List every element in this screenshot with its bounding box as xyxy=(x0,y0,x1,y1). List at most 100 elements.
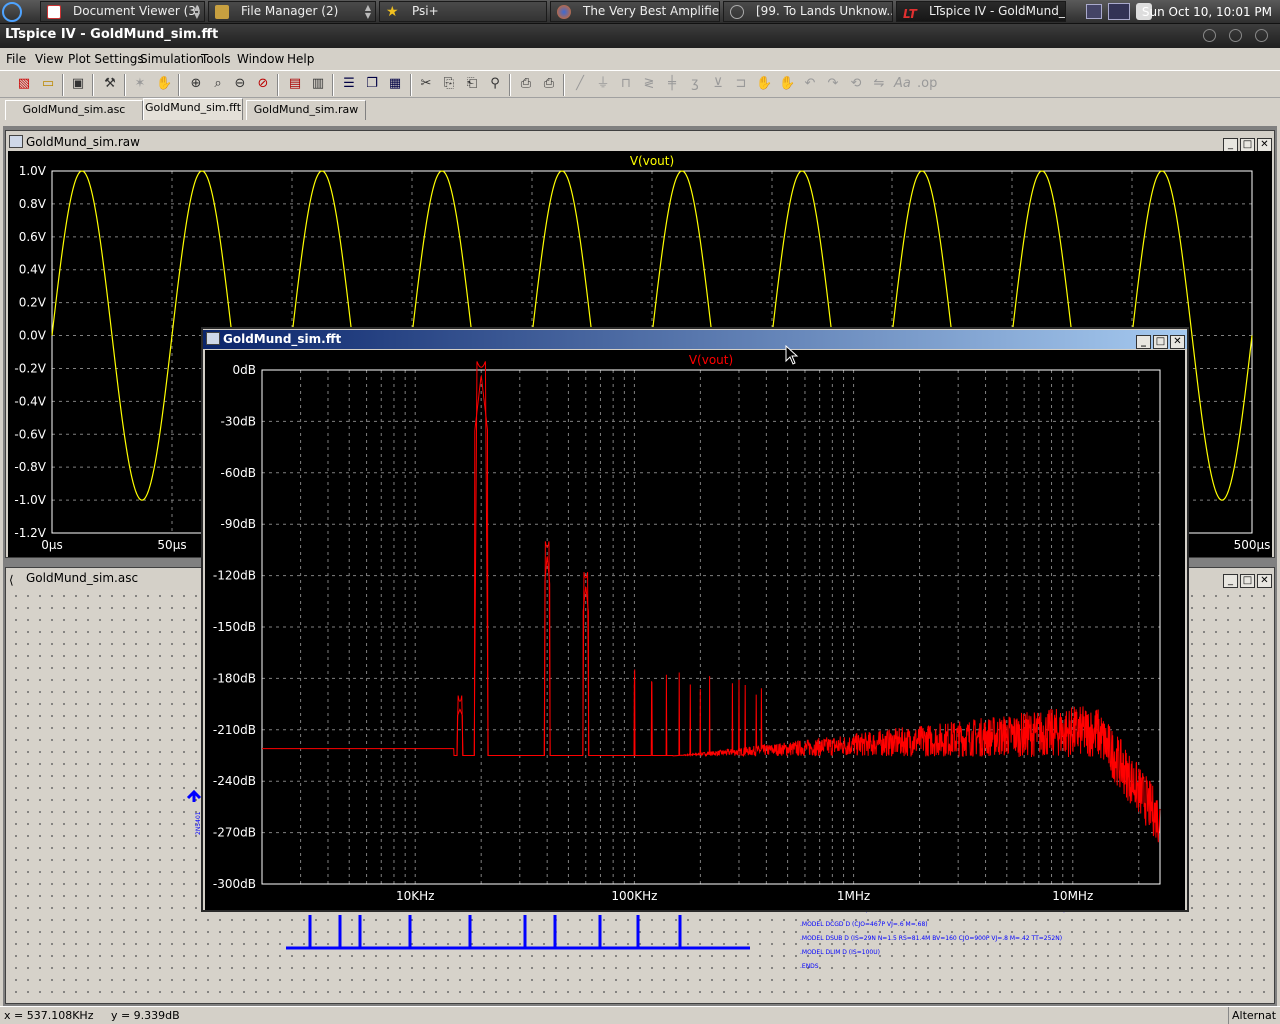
y-tick-label: -0.6V xyxy=(14,427,46,441)
open-icon[interactable]: ▭ xyxy=(40,76,56,92)
cut-icon[interactable]: ✂ xyxy=(418,76,434,92)
cursor-readout: x = 537.108KHz y = 9.339dB xyxy=(4,1009,180,1022)
y-tick-label: 0.8V xyxy=(19,197,47,211)
tile-horizontal-icon[interactable]: ☰ xyxy=(341,76,357,92)
move-icon[interactable]: ✋ xyxy=(756,76,772,92)
y-tick-label: -30dB xyxy=(221,414,256,428)
app-title: LTspice IV - GoldMund_sim.fft xyxy=(5,27,219,42)
close-app-button[interactable] xyxy=(1255,29,1268,42)
paste-icon[interactable]: ⎗ xyxy=(464,76,480,92)
spice-directive-icon[interactable]: .op xyxy=(917,76,937,92)
zoom-area-icon[interactable]: ⌕ xyxy=(210,76,226,92)
ltspice-icon: LT xyxy=(903,7,917,21)
label-net-icon[interactable]: ⊓ xyxy=(618,76,634,92)
x-tick-label: 100KHz xyxy=(611,889,657,903)
rotate-icon[interactable]: ⟲ xyxy=(848,76,864,92)
y-tick-label: 0.2V xyxy=(19,296,47,310)
svg-text:.MODEL DCGD D (CJO=467P VJ=.6: .MODEL DCGD D (CJO=467P VJ=.6 M=.68) xyxy=(800,921,928,928)
mouse-cursor-icon xyxy=(785,345,799,365)
menu-view[interactable]: View xyxy=(35,52,63,66)
tile-vertical-icon[interactable]: ▦ xyxy=(387,76,403,92)
fft-icon[interactable]: ▥ xyxy=(310,76,326,92)
app-titlebar: LTspice IV - GoldMund_sim.fft xyxy=(0,24,1280,48)
component-icon[interactable]: ⊐ xyxy=(733,76,749,92)
wire-icon[interactable]: ╱ xyxy=(572,76,588,92)
diode-icon[interactable]: ⊻ xyxy=(710,76,726,92)
y-tick-label: -150dB xyxy=(213,620,256,634)
zoom-fit-icon[interactable]: ⊘ xyxy=(255,76,271,92)
mirror-icon[interactable]: ⇋ xyxy=(871,76,887,92)
y-tick-label: -60dB xyxy=(221,466,256,480)
undo-icon[interactable]: ↶ xyxy=(802,76,818,92)
close-icon[interactable]: ✕ xyxy=(1257,574,1272,588)
new-schematic-icon[interactable]: ▧ xyxy=(16,76,32,92)
maximize-icon[interactable]: □ xyxy=(1153,335,1168,349)
menu-tools[interactable]: Tools xyxy=(201,52,231,66)
menu-help[interactable]: Help xyxy=(287,52,314,66)
zoom-in-icon[interactable]: ⊕ xyxy=(188,76,204,92)
print-setup-icon[interactable]: ⎙ xyxy=(518,76,534,92)
tab-raw[interactable]: GoldMund_sim.raw xyxy=(246,100,366,120)
clock[interactable]: Sun Oct 10, 10:01 PM xyxy=(1142,0,1272,24)
toolbar-separator xyxy=(563,74,565,96)
toolbar-separator xyxy=(410,74,412,96)
control-panel-icon[interactable]: ⚒ xyxy=(102,76,118,92)
system-menu-icon[interactable] xyxy=(2,2,22,22)
task-firefox[interactable]: The Very Best Amplifie... xyxy=(550,1,720,22)
toolbar-separator xyxy=(509,74,511,96)
copy-icon[interactable]: ⎘ xyxy=(441,76,457,92)
maximize-app-button[interactable] xyxy=(1229,29,1242,42)
save-icon[interactable]: ▣ xyxy=(70,76,86,92)
task-document-viewer[interactable]: Document Viewer (3) ▲ ▼ xyxy=(40,1,205,22)
show-desktop-icon[interactable] xyxy=(1086,4,1102,19)
y-tick-label: 0.0V xyxy=(19,329,47,343)
cascade-icon[interactable]: ❐ xyxy=(364,76,380,92)
menu-file[interactable]: File xyxy=(6,52,26,66)
tab-fft[interactable]: GoldMund_sim.fft xyxy=(143,98,243,120)
task-psi[interactable]: ★ Psi+ xyxy=(379,1,547,22)
inductor-icon[interactable]: ʒ xyxy=(687,76,703,92)
menu-plot-settings[interactable]: Plot Settings xyxy=(68,52,144,66)
run-icon[interactable]: ✶ xyxy=(132,76,148,92)
scroll-arrows-icon: ▲ ▼ xyxy=(364,3,372,20)
minimize-icon[interactable]: _ xyxy=(1223,574,1238,588)
find-icon[interactable]: ⚲ xyxy=(487,76,503,92)
drag-icon[interactable]: ✋ xyxy=(779,76,795,92)
fft-chart[interactable]: 0dB -30dB -60dB -90dB -120dB -150dB -180dB -210… xyxy=(205,350,1185,910)
fft-plot-area[interactable]: 0dB -30dB -60dB -90dB -120dB -150dB -180dB -210… xyxy=(205,350,1185,910)
capacitor-icon[interactable]: ╪ xyxy=(664,76,680,92)
menu-window[interactable]: Window xyxy=(237,52,284,66)
menu-simulation[interactable]: Simulation xyxy=(140,52,204,66)
print-icon[interactable]: ⎙ xyxy=(541,76,557,92)
ground-icon[interactable]: ⏚ xyxy=(595,76,611,92)
minimize-icon[interactable]: _ xyxy=(1136,335,1151,349)
maximize-icon[interactable]: □ xyxy=(1240,574,1255,588)
close-icon[interactable]: ✕ xyxy=(1170,335,1185,349)
y-tick-label: 0.4V xyxy=(19,263,47,277)
toolbar-separator xyxy=(92,74,94,96)
halt-icon[interactable]: ✋ xyxy=(156,76,172,92)
y-tick-label: -120dB xyxy=(213,569,256,583)
task-ltspice[interactable]: LT LTspice IV - GoldMund_... xyxy=(896,1,1066,22)
minimize-icon[interactable]: _ xyxy=(1223,138,1238,152)
zoom-out-icon[interactable]: ⊖ xyxy=(232,76,248,92)
close-icon[interactable]: ✕ xyxy=(1257,138,1272,152)
fft-window-titlebar[interactable]: GoldMund_sim.fft _ □ ✕ xyxy=(203,330,1187,349)
maximize-icon[interactable]: □ xyxy=(1240,138,1255,152)
toolbar-separator xyxy=(178,74,180,96)
tab-asc[interactable]: GoldMund_sim.asc xyxy=(5,100,143,120)
autorange-icon[interactable]: ▤ xyxy=(287,76,303,92)
text-icon[interactable]: Aa xyxy=(894,76,911,92)
y-tick-label: -0.8V xyxy=(14,460,46,474)
x-tick-label: 1MHz xyxy=(837,889,870,903)
resistor-icon[interactable]: ≷ xyxy=(641,76,657,92)
minimize-app-button[interactable] xyxy=(1203,29,1216,42)
y-tick-label: -0.2V xyxy=(14,361,46,375)
raw-window-titlebar[interactable]: GoldMund_sim.raw _ □ ✕ xyxy=(6,133,1274,152)
network-icon[interactable] xyxy=(1108,3,1130,20)
task-file-manager[interactable]: File Manager (2) ▲ ▼ xyxy=(208,1,376,22)
firefox-icon xyxy=(557,5,571,19)
toolbar: ▧ ▭ ▣ ⚒ ✶ ✋ ⊕ ⌕ ⊖ ⊘ ▤ ▥ ☰ ❐ ▦ ✂ ⎘ ⎗ ⚲ ⎙ … xyxy=(0,70,1280,98)
redo-icon[interactable]: ↷ xyxy=(825,76,841,92)
task-music-player[interactable]: [99. To Lands Unknow... xyxy=(723,1,893,22)
